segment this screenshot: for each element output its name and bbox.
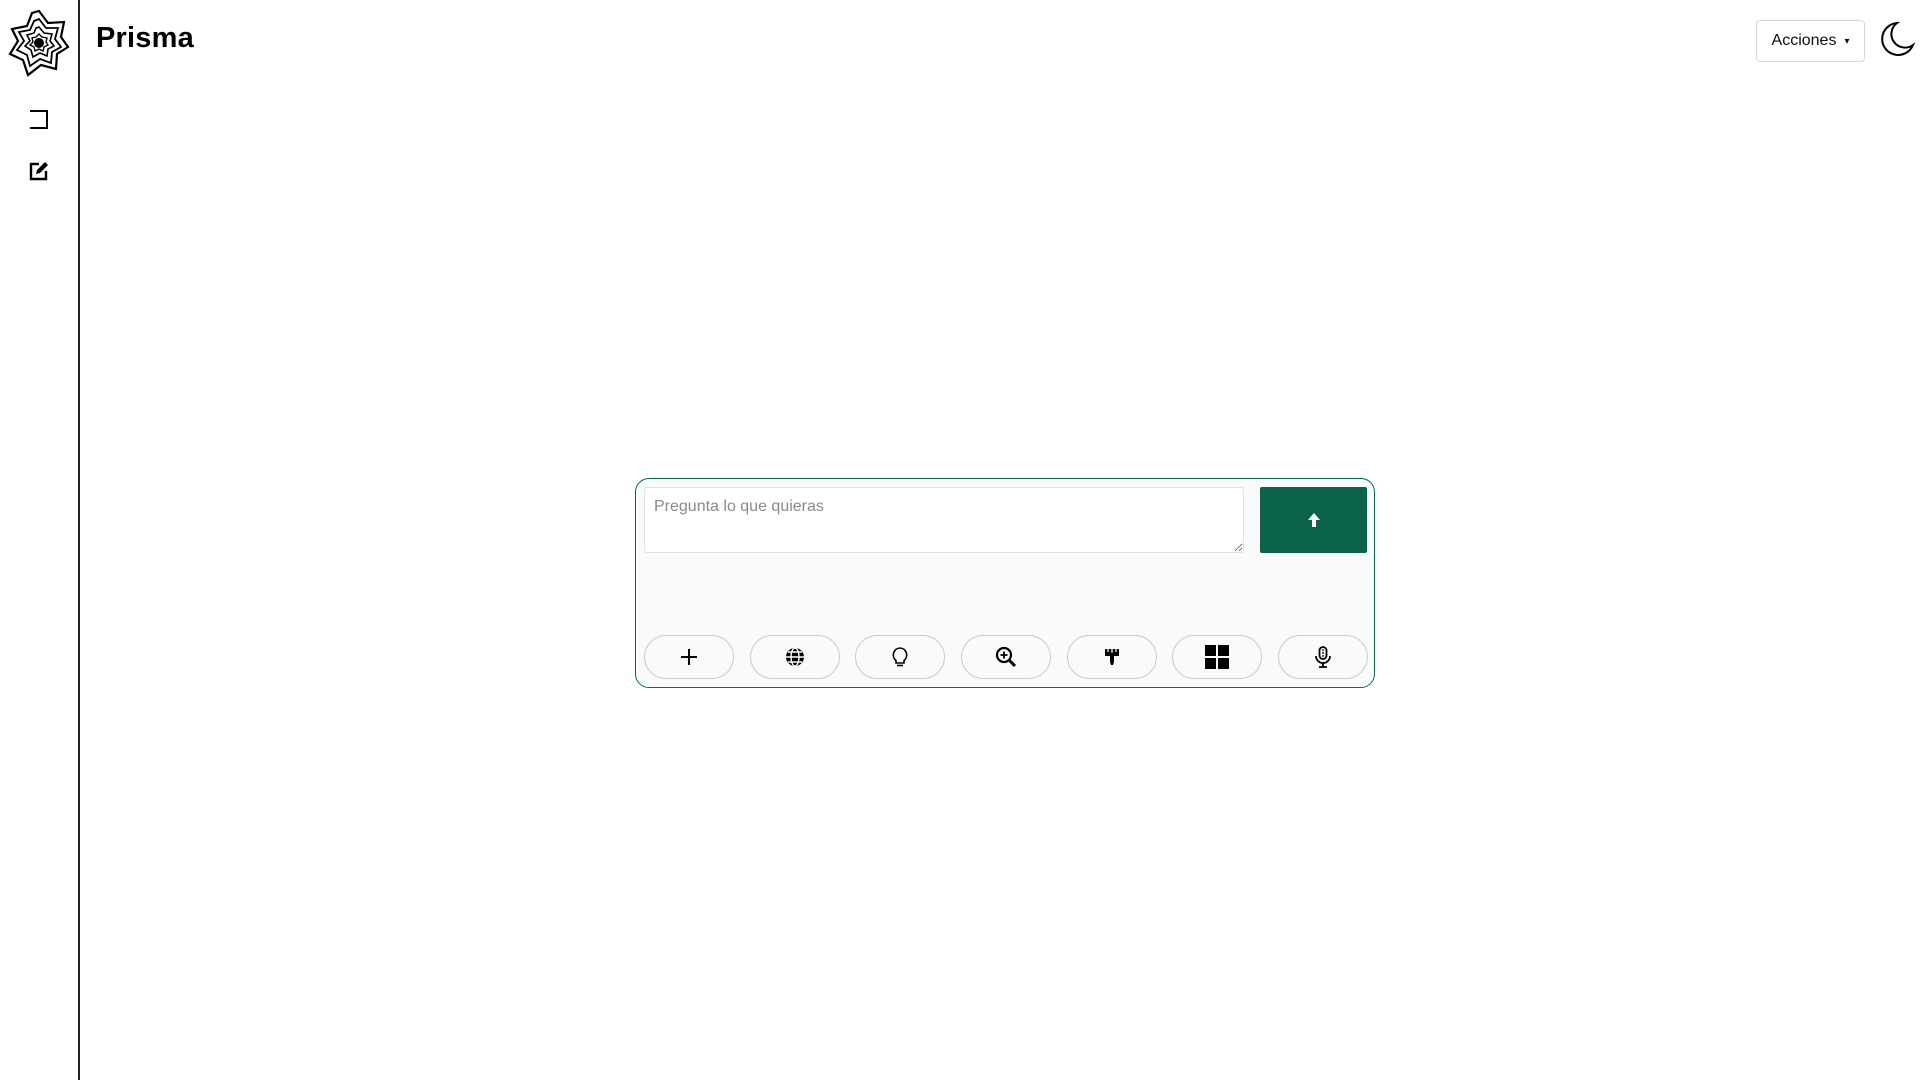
app-title: Prisma: [96, 22, 194, 54]
edit-icon: [28, 160, 50, 182]
moon-icon: [1879, 20, 1915, 58]
theme-toggle-button[interactable]: [1878, 18, 1916, 60]
web-search-button[interactable]: [749, 635, 840, 679]
reasoning-button[interactable]: [855, 635, 946, 679]
plus-icon: [679, 647, 699, 667]
arrow-up-icon: [1306, 512, 1322, 528]
attach-button[interactable]: [644, 635, 734, 679]
new-chat-button[interactable]: [24, 156, 54, 186]
sidebar-panel-icon: [28, 109, 50, 131]
sidebar: [0, 0, 80, 1080]
paintbrush-icon: [1103, 647, 1121, 667]
globe-icon: [784, 646, 806, 668]
apps-button[interactable]: [1172, 635, 1263, 679]
send-button[interactable]: [1260, 487, 1367, 553]
lightbulb-icon: [890, 646, 910, 668]
prisma-logo-icon[interactable]: [8, 9, 70, 77]
microphone-icon: [1313, 646, 1333, 668]
grid-icon: [1204, 644, 1230, 670]
voice-button[interactable]: [1277, 635, 1368, 679]
composer-toolbar: [644, 635, 1368, 679]
chevron-down-icon: ▾: [1844, 35, 1850, 47]
toggle-sidebar-button[interactable]: [24, 105, 54, 135]
prompt-input[interactable]: [644, 487, 1244, 553]
paint-button[interactable]: [1066, 635, 1157, 679]
actions-dropdown-button[interactable]: Acciones ▾: [1756, 20, 1865, 62]
deep-search-button[interactable]: [960, 635, 1051, 679]
actions-label: Acciones: [1771, 32, 1837, 49]
chat-composer: [635, 478, 1375, 688]
zoom-in-icon: [995, 646, 1017, 668]
